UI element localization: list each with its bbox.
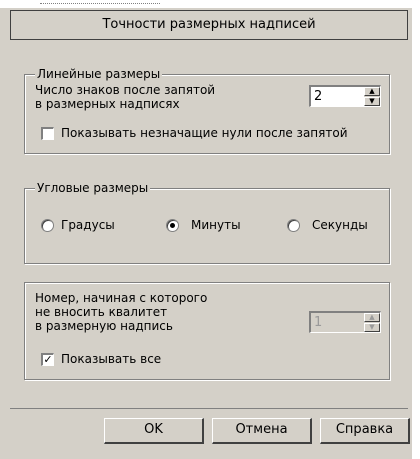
spin-up-icon[interactable]: ▲ <box>364 313 380 322</box>
spin-down-icon[interactable]: ▼ <box>364 97 380 106</box>
dialog-title: Точности размерных надписей <box>102 17 316 32</box>
right-strip <box>412 0 420 459</box>
top-dots <box>40 0 160 4</box>
tolerance-label-line2: не вносить квалитет <box>35 305 168 319</box>
radio-seconds-label: Секунды <box>312 218 368 232</box>
decimals-label-line2: в размерных надписях <box>35 97 180 111</box>
cancel-button[interactable]: Отмена <box>212 418 312 444</box>
precision-dialog: Точности размерных надписей Линейные раз… <box>0 0 420 459</box>
decimals-label-line1: Число знаков после запятой <box>35 83 216 97</box>
show-all-label: Показывать все <box>61 352 162 366</box>
tolerance-spinner-arrows: ▲ ▼ <box>364 313 380 332</box>
radio-minutes[interactable] <box>166 219 179 232</box>
decimals-spinner[interactable]: 2 ▲ ▼ <box>309 85 381 107</box>
tolerance-label-line3: в размерную надпись <box>35 319 173 333</box>
show-zeros-label: Показывать незначащие нули после запятой <box>61 126 348 140</box>
tolerance-spinner[interactable]: 1 ▲ ▼ <box>309 311 381 333</box>
radio-seconds[interactable] <box>287 219 300 232</box>
decimals-spinner-arrows: ▲ ▼ <box>364 87 380 106</box>
ok-button[interactable]: OK <box>104 418 204 444</box>
linear-dimensions-group: Линейные размеры Число знаков после запя… <box>24 67 390 154</box>
dialog-header: Точности размерных надписей <box>10 10 408 40</box>
spin-down-icon[interactable]: ▼ <box>364 323 380 332</box>
top-strip <box>0 0 420 8</box>
tolerance-label-line1: Номер, начиная с которого <box>35 291 208 305</box>
tolerance-group: Номер, начиная с которого не вносить ква… <box>24 282 390 380</box>
angular-dimensions-legend: Угловые размеры <box>35 181 151 195</box>
angular-dimensions-group: Угловые размеры Градусы Минуты Секунды <box>24 181 390 264</box>
divider <box>10 408 408 409</box>
radio-degrees[interactable] <box>41 219 54 232</box>
decimals-value: 2 <box>314 89 323 104</box>
radio-degrees-label: Градусы <box>61 218 115 232</box>
radio-minutes-label: Минуты <box>191 218 241 232</box>
tolerance-value: 1 <box>314 315 323 330</box>
linear-dimensions-legend: Линейные размеры <box>35 67 163 81</box>
show-zeros-checkbox[interactable] <box>41 127 54 140</box>
help-button[interactable]: Справка <box>320 418 410 444</box>
show-all-checkbox[interactable]: ✓ <box>41 353 54 366</box>
spin-up-icon[interactable]: ▲ <box>364 87 380 96</box>
